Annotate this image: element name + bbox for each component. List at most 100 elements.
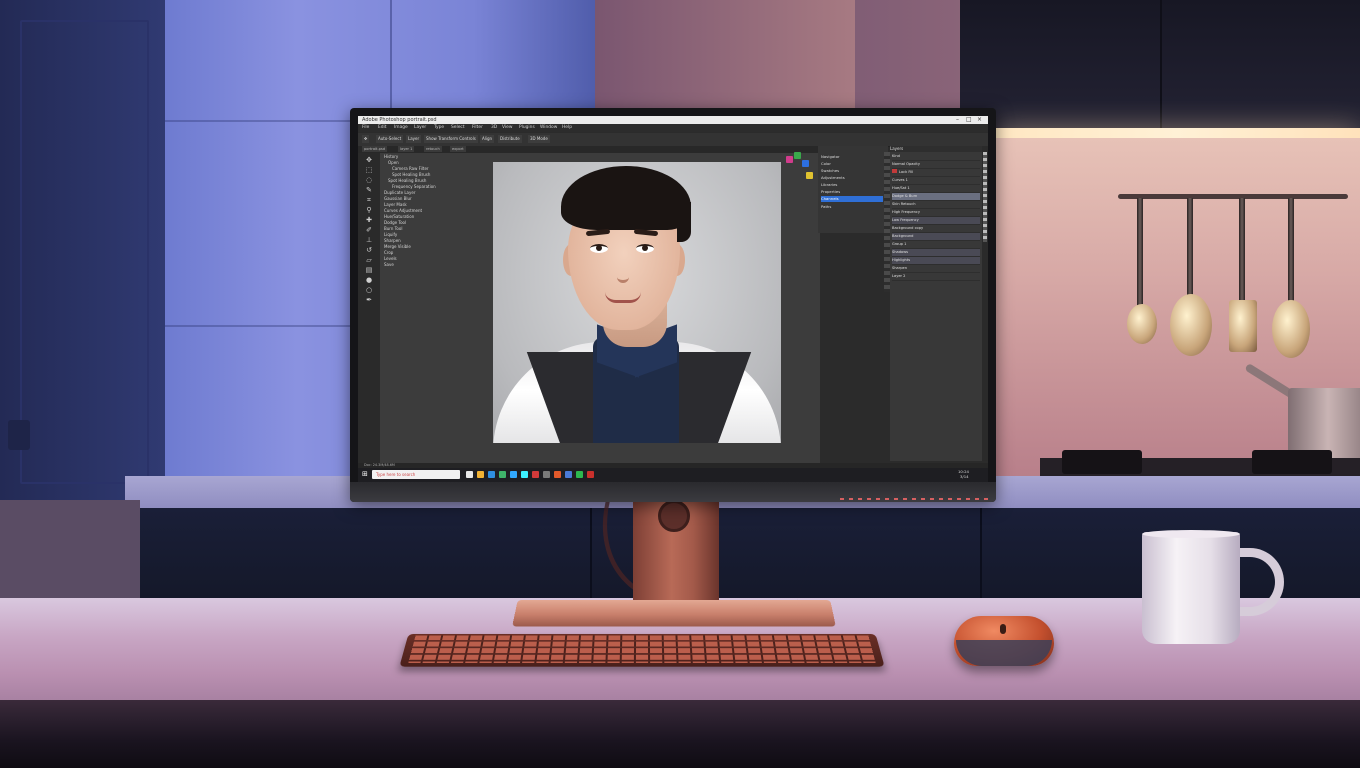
move-tool-option-icon[interactable]: ✥ <box>362 135 369 143</box>
edge-icon[interactable] <box>488 471 495 478</box>
panel-tab-channels[interactable]: Channels <box>821 196 883 202</box>
layer-row[interactable]: Layer 2 <box>892 273 980 281</box>
panel-tab-paths[interactable]: Paths <box>821 204 883 210</box>
menu-layer[interactable]: Layer <box>414 124 426 132</box>
media-icon[interactable] <box>554 471 561 478</box>
taskbar-date[interactable]: 3/14 <box>960 474 969 479</box>
menu-help[interactable]: Help <box>562 124 572 132</box>
maximize-button[interactable]: □ <box>966 116 972 124</box>
tab-portrait[interactable]: portrait.psd <box>362 146 387 152</box>
layers-scroll-thumb[interactable] <box>983 152 987 242</box>
transform-controls-toggle[interactable]: Show Transform Controls <box>424 135 478 143</box>
layer-row[interactable]: Background <box>892 233 980 241</box>
panel-tab-libraries[interactable]: Libraries <box>821 182 883 188</box>
history-item[interactable]: Camera Raw Filter <box>392 166 429 171</box>
minimize-button[interactable]: – <box>956 116 959 124</box>
layer-filter-kind[interactable]: Kind <box>892 153 980 161</box>
marquee-icon[interactable]: ⬚ <box>364 166 374 174</box>
panel-tab-swatches[interactable]: Swatches <box>821 168 883 174</box>
layer-row[interactable]: Skin Retouch <box>892 201 980 209</box>
dodge-icon[interactable]: ○ <box>364 286 374 294</box>
align-buttons[interactable]: Align <box>480 135 494 143</box>
stamp-icon[interactable]: ⊥ <box>364 236 374 244</box>
store-icon[interactable] <box>543 471 550 478</box>
history-item[interactable]: Dodge Tool <box>384 220 406 225</box>
photoshop-icon[interactable] <box>510 471 517 478</box>
menu-file[interactable]: File <box>362 124 369 132</box>
layer-row[interactable]: Curves 1 <box>892 177 980 185</box>
3d-mode-buttons[interactable]: 3D Mode <box>528 135 550 143</box>
close-button[interactable]: × <box>977 116 982 124</box>
history-item[interactable]: Merge Visible <box>384 244 411 249</box>
lasso-icon[interactable]: ◌ <box>364 176 374 184</box>
panel-tab-adjustments[interactable]: Adjustments <box>821 175 883 181</box>
menu-plugins[interactable]: Plugins <box>519 124 535 132</box>
menu-select[interactable]: Select <box>451 124 465 132</box>
layer-row[interactable]: Highlights <box>892 257 980 265</box>
3d-cube-icon[interactable] <box>802 160 809 167</box>
history-item[interactable]: Crop <box>384 250 393 255</box>
lock-fill-row[interactable]: Lock Fill <box>892 169 980 177</box>
tab-layer-1[interactable]: layer 1 <box>398 146 414 152</box>
camera-icon[interactable] <box>587 471 594 478</box>
history-item[interactable]: Open <box>388 160 399 165</box>
history-item[interactable]: Liquify <box>384 232 397 237</box>
menu-image[interactable]: Image <box>394 124 408 132</box>
3d-cube-icon[interactable] <box>806 172 813 179</box>
pen-icon[interactable]: ✒ <box>364 296 374 304</box>
menu-3d[interactable]: 3D <box>491 124 497 132</box>
menu-window[interactable]: Window <box>540 124 557 132</box>
blend-mode-select[interactable]: Normal Opacity <box>892 161 980 169</box>
history-brush-icon[interactable]: ↺ <box>364 246 374 254</box>
panel-tab-properties[interactable]: Properties <box>821 189 883 195</box>
spotify-icon[interactable] <box>576 471 583 478</box>
history-item[interactable]: Levels <box>384 256 397 261</box>
distribute-buttons[interactable]: Distribute <box>498 135 522 143</box>
folder-icon[interactable] <box>477 471 484 478</box>
layer-row[interactable]: Background copy <box>892 225 980 233</box>
crop-icon[interactable]: ⌗ <box>364 196 374 204</box>
history-item[interactable]: Gaussian Blur <box>384 196 412 201</box>
layer-row[interactable]: Shadows <box>892 249 980 257</box>
taskbar-search-input[interactable]: Type here to search <box>372 470 460 479</box>
3d-cube-icon[interactable] <box>786 156 793 163</box>
history-item[interactable]: Sharpen <box>384 238 401 243</box>
tab-export[interactable]: export <box>450 146 466 152</box>
history-item[interactable]: Save <box>384 262 394 267</box>
blur-icon[interactable]: ● <box>364 276 374 284</box>
gradient-icon[interactable]: ▤ <box>364 266 374 274</box>
brush-icon[interactable]: ✐ <box>364 226 374 234</box>
portrait-canvas[interactable] <box>493 162 781 443</box>
history-item[interactable]: Spot Healing Brush <box>388 178 426 183</box>
menu-edit[interactable]: Edit <box>378 124 387 132</box>
history-item[interactable]: Layer Mask <box>384 202 407 207</box>
healing-icon[interactable]: ✚ <box>364 216 374 224</box>
move-icon[interactable]: ✥ <box>364 156 374 164</box>
panel-tab-color[interactable]: Color <box>821 161 883 167</box>
menu-view[interactable]: View <box>502 124 512 132</box>
history-item[interactable]: Burn Tool <box>384 226 402 231</box>
history-item[interactable]: Spot Healing Brush <box>392 172 430 177</box>
layer-row[interactable]: High Frequency <box>892 209 980 217</box>
auto-select-toggle[interactable]: Auto-Select <box>376 135 403 143</box>
history-item[interactable]: Hue/Saturation <box>384 214 414 219</box>
layer-row[interactable]: Sharpen <box>892 265 980 273</box>
lightroom-icon[interactable] <box>521 471 528 478</box>
quick-select-icon[interactable]: ✎ <box>364 186 374 194</box>
panel-tab-navigator[interactable]: Navigator <box>821 154 883 160</box>
task-view-icon[interactable] <box>466 471 473 478</box>
3d-cube-icon[interactable] <box>794 152 801 159</box>
history-item[interactable]: Curves Adjustment <box>384 208 422 213</box>
history-item[interactable]: Frequency Separation <box>392 184 436 189</box>
menu-type[interactable]: Type <box>434 124 444 132</box>
windows-start-icon[interactable]: ⊞ <box>362 470 370 479</box>
layer-row[interactable]: Hue/Sat 1 <box>892 185 980 193</box>
layer-row[interactable]: Group 1 <box>892 241 980 249</box>
menu-filter[interactable]: Filter <box>472 124 483 132</box>
layer-row[interactable]: Low Frequency <box>892 217 980 225</box>
chrome-icon[interactable] <box>499 471 506 478</box>
settings-icon[interactable] <box>565 471 572 478</box>
auto-select-target[interactable]: Layer <box>406 135 421 143</box>
mail-icon[interactable] <box>532 471 539 478</box>
tab-retouch[interactable]: retouch <box>424 146 442 152</box>
